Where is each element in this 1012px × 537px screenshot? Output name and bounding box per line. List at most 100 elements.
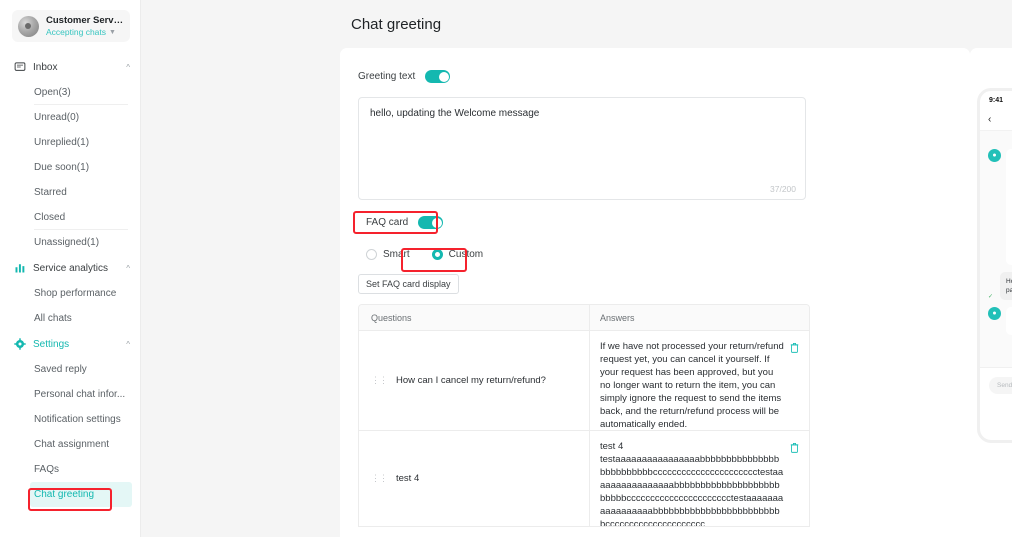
sidebar-item-closed[interactable]: Closed [0,205,140,230]
sidebar-group-settings[interactable]: Settings ^ [0,331,140,357]
trash-icon[interactable] [790,442,801,457]
chevron-up-icon: ^ [126,264,130,273]
faq-table-header: Questions Answers [359,305,809,330]
main-area: Chat greeting Greeting text hello, updat… [141,0,1012,537]
toggle-knob [432,218,442,228]
faq-toggle-row: FAQ card [358,216,810,229]
faq-question-cell: ⋮⋮ How can I cancel my return/refund? [359,331,589,430]
faq-section: FAQ card Smart Custom Set FAQ card displ… [358,216,810,527]
faq-mode-radio-group: Smart Custom [358,249,810,260]
phone-nav-bar: ‹ DouDou shop ⋯ [980,109,1012,131]
faq-question-text: test 4 [396,473,419,484]
faq-answer-cell: test 4 testaaaaaaaaaaaaaaaabbbbbbbbbbbbb… [589,431,809,526]
drag-handle-icon[interactable]: ⋮⋮ [371,377,387,384]
preview-title: Preview [970,66,1012,77]
faq-card-toggle[interactable] [418,216,443,229]
chat-timestamp: 10:21 PM [988,137,1012,143]
faq-answer-cell: If we have not processed your return/ref… [589,331,809,430]
bot-avatar-icon: ● [988,307,1001,320]
sidebar-item-saved-reply[interactable]: Saved reply [0,357,140,382]
faq-answer-text: test 4 testaaaaaaaaaaaaaaaabbbbbbbbbbbbb… [600,440,784,526]
sidebar-item-open[interactable]: Open(3) [0,80,140,105]
toggle-knob [439,72,449,82]
gear-icon [14,338,26,350]
settings-card: Greeting text hello, updating the Welcom… [340,48,970,537]
profile-status[interactable]: Accepting chats ▼ [46,27,124,37]
greeting-section: Greeting text hello, updating the Welcom… [358,70,806,200]
sidebar-item-chat-greeting[interactable]: Chat greeting [30,482,132,507]
faq-table: Questions Answers ⋮⋮ How can I cancel my… [358,304,810,527]
greeting-text-value: hello, updating the Welcome message [370,107,794,121]
column-header-questions: Questions [359,313,589,323]
profile-card[interactable]: Customer Servic... Accepting chats ▼ [12,10,130,42]
bot-message-row: ● Hello, welcome to my shop, how can I h… [988,149,1012,265]
read-receipt-icon: ✓ [988,293,993,300]
sidebar-item-notification-settings[interactable]: Notification settings [0,407,140,432]
table-row[interactable]: ⋮⋮ test 4 test 4 testaaaaaaaaaaaaaaaabbb… [359,430,809,526]
send-message-input[interactable]: Send message... [989,377,1012,394]
sidebar: Customer Servic... Accepting chats ▼ Inb… [0,0,141,537]
radio-dot-smart [366,249,377,260]
bot-greeting-bubble: Hello, welcome to my shop, how can I hel… [1006,149,1012,265]
drag-handle-icon[interactable]: ⋮⋮ [371,475,387,482]
sidebar-item-unread[interactable]: Unread(0) [0,105,140,130]
chevron-up-icon: ^ [126,340,130,349]
table-row[interactable]: ⋮⋮ How can I cancel my return/refund? If… [359,330,809,430]
column-header-answers: Answers [589,305,809,330]
phone-composer: Send message... ☺ + [980,367,1012,403]
faq-question-text: How can I cancel my return/refund? [396,375,546,386]
greeting-text-toggle[interactable] [425,70,450,83]
radio-dot-custom [432,249,443,260]
app-root: Customer Servic... Accepting chats ▼ Inb… [0,0,1012,537]
greeting-text-label: Greeting text [358,71,415,82]
main-gutter [141,0,341,537]
sidebar-item-due-soon[interactable]: Due soon(1) [0,155,140,180]
user-message-bubble: How long does it take for the package to… [1000,272,1012,300]
profile-name: Customer Servic... [46,15,124,26]
user-message-row: ✓ How long does it take for the package … [988,272,1012,300]
shop-name: DouDou shop [997,115,1012,125]
sidebar-item-personal-chat-information[interactable]: Personal chat infor... [0,382,140,407]
sidebar-item-shop-performance[interactable]: Shop performance [0,281,140,306]
status-bar-time: 9:41 [989,97,1003,104]
phone-mockup: 9:41 ▾ ‹ DouDou shop ⋯ 10:2 [977,88,1012,443]
sidebar-item-starred[interactable]: Starred [0,180,140,205]
inbox-icon [14,61,26,73]
sidebar-item-faqs[interactable]: FAQs [0,457,140,482]
profile-status-label: Accepting chats [46,27,106,37]
set-faq-card-display-button[interactable]: Set FAQ card display [358,274,459,294]
sidebar-group-service-analytics[interactable]: Service analytics ^ [0,255,140,281]
greeting-toggle-row: Greeting text [358,70,806,83]
avatar [18,16,39,37]
sidebar-group-inbox[interactable]: Inbox ^ [0,54,140,80]
phone-chat-body: 10:21 PM ● Hello, welcome to my shop, ho… [980,131,1012,403]
faq-question-cell: ⋮⋮ test 4 [359,431,589,526]
chevron-up-icon: ^ [126,63,130,72]
sidebar-group-service-analytics-label: Service analytics [33,263,108,274]
radio-custom-label: Custom [449,249,483,260]
sidebar-group-inbox-label: Inbox [33,62,57,73]
bot-reply-row: ● The package usually arrives within 3-5… [988,307,1012,335]
phone-status-bar: 9:41 ▾ [980,91,1012,109]
sidebar-item-chat-assignment[interactable]: Chat assignment [0,432,140,457]
chevron-down-icon: ▼ [109,29,116,36]
profile-text: Customer Servic... Accepting chats ▼ [46,15,124,37]
radio-smart-label: Smart [383,249,410,260]
radio-smart[interactable]: Smart [366,249,410,260]
sidebar-item-all-chats[interactable]: All chats [0,306,140,331]
trash-icon[interactable] [790,342,801,357]
faq-answer-text: If we have not processed your return/ref… [600,340,784,431]
greeting-char-counter: 37/200 [770,184,796,194]
preview-pane: Preview 9:41 ▾ ‹ DouDou shop [970,48,1012,537]
bot-reply-bubble: The package usually arrives within 3-5 d… [1006,307,1012,335]
faq-card-label: FAQ card [366,217,408,228]
chevron-left-icon[interactable]: ‹ [988,114,991,125]
page-title: Chat greeting [351,16,441,33]
greeting-text-input[interactable]: hello, updating the Welcome message 37/2… [358,97,806,200]
sidebar-item-unassigned[interactable]: Unassigned(1) [0,230,140,255]
radio-custom[interactable]: Custom [432,249,483,260]
sidebar-item-unreplied[interactable]: Unreplied(1) [0,130,140,155]
sidebar-group-settings-label: Settings [33,339,69,350]
bot-avatar-icon: ● [988,149,1001,162]
bar-chart-icon [14,262,26,274]
